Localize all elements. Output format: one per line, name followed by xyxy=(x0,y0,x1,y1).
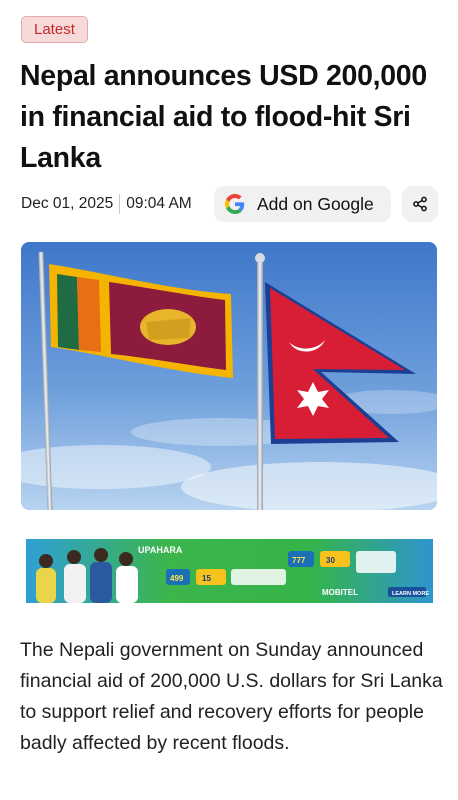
add-on-google-label: Add on Google xyxy=(257,193,374,214)
article-meta: Dec 01, 2025 09:04 AM xyxy=(21,192,192,216)
add-on-google-button[interactable]: Add on Google xyxy=(214,186,391,222)
ad-price-left: 499 xyxy=(170,574,184,583)
article-title: Nepal announces USD 200,000 in financial… xyxy=(20,60,427,174)
meta-divider xyxy=(119,194,121,214)
ad-banner-graphic: UPAHARA 499 15 777 30 MOBITEL LEARN MORE xyxy=(26,539,433,603)
latest-badge-label: Latest xyxy=(34,21,75,38)
ad-minutes-right: 30 xyxy=(326,556,335,565)
article-body: The Nepali government on Sunday announce… xyxy=(20,639,443,754)
publish-time: 09:04 AM xyxy=(126,195,192,212)
hero-image xyxy=(21,242,437,510)
ad-price-right: 777 xyxy=(292,556,306,565)
ad-cta: LEARN MORE xyxy=(392,591,429,597)
publish-date: Dec 01, 2025 xyxy=(21,195,114,212)
share-icon xyxy=(413,196,427,212)
latest-badge: Latest xyxy=(21,16,88,43)
ad-minutes: 15 xyxy=(202,574,211,583)
share-button[interactable] xyxy=(402,186,438,222)
google-icon xyxy=(225,194,245,214)
flags-illustration xyxy=(21,242,437,510)
ad-banner[interactable]: UPAHARA 499 15 777 30 MOBITEL LEARN MORE xyxy=(26,539,433,603)
ad-brand: UPAHARA xyxy=(138,545,183,555)
ad-operator: MOBITEL xyxy=(322,588,358,597)
